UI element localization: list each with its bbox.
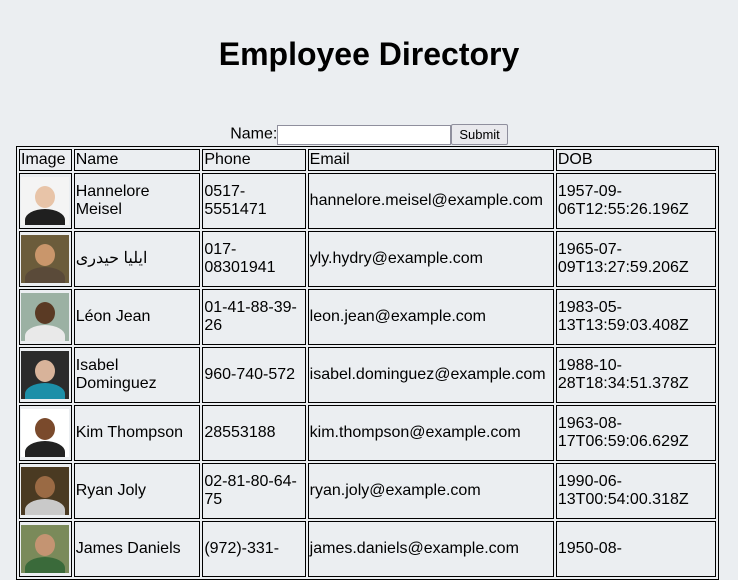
dob-cell: 1950-08- [555,521,716,577]
page-title: Employee Directory [218,36,520,72]
header-email: Email [307,149,554,171]
dob-cell: 1983-05-13T13:59:03.408Z [555,289,716,345]
name-cell: ایلیا حیدری [73,231,201,287]
header-dob: DOB [555,149,716,171]
table-row: Hannelore Meisel 0517-5551471 hannelore.me… [19,173,716,229]
avatar [21,409,69,457]
phone-cell: 0517-5551471 [202,173,306,229]
name-cell: Kim Thompson [73,405,201,461]
table-row: ایلیا حیدری 017-08301941 yly.hydry@example… [19,231,716,287]
phone-cell: 02-81-80-64-75 [202,463,306,519]
image-cell [19,289,72,345]
submit-button[interactable]: Submit [451,124,508,145]
image-cell [19,173,72,229]
image-cell [19,463,72,519]
table-row: Ryan Joly 02-81-80-64-75 ryan.joly@example… [19,463,716,519]
avatar [21,525,69,573]
phone-cell: 01-41-88-39-26 [202,289,306,345]
email-cell: james.daniels@example.com [307,521,554,577]
employee-table: Image Name Phone Email DOB Hannelore Mei… [16,146,719,580]
email-cell: kim.thompson@example.com [307,405,554,461]
image-cell [19,521,72,577]
avatar [21,177,69,225]
avatar [21,351,69,399]
name-search-label: Name: [230,125,278,143]
phone-cell: 28553188 [202,405,306,461]
dob-cell: 1963-08-17T06:59:06.629Z [555,405,716,461]
name-cell: Léon Jean [73,289,201,345]
phone-cell: 017-08301941 [202,231,306,287]
name-search-input[interactable] [277,124,452,145]
avatar [21,293,69,341]
phone-cell: (972)-331- [202,521,306,577]
avatar [21,467,69,515]
name-cell: Ryan Joly [73,463,201,519]
search-form: Name: Submit [0,124,738,145]
table-row: Isabel Dominguez 960-740-572 isabel.doming… [19,347,716,403]
dob-cell: 1990-06-13T00:54:00.318Z [555,463,716,519]
avatar [21,235,69,283]
image-cell [19,231,72,287]
table-header-row: Image Name Phone Email DOB [19,149,716,171]
phone-cell: 960-740-572 [202,347,306,403]
name-cell: James Daniels [73,521,201,577]
dob-cell: 1957-09-06T12:55:26.196Z [555,173,716,229]
image-cell [19,405,72,461]
header-phone: Phone [202,149,306,171]
table-row: James Daniels (972)-331- james.daniels@exa… [19,521,716,577]
table-row: Léon Jean 01-41-88-39-26 leon.jean@example… [19,289,716,345]
dob-cell: 1965-07-09T13:27:59.206Z [555,231,716,287]
name-cell: Isabel Dominguez [73,347,201,403]
image-cell [19,347,72,403]
name-cell: Hannelore Meisel [73,173,201,229]
email-cell: ryan.joly@example.com [307,463,554,519]
email-cell: yly.hydry@example.com [307,231,554,287]
email-cell: isabel.dominguez@example.com [307,347,554,403]
header-name: Name [73,149,201,171]
dob-cell: 1988-10-28T18:34:51.378Z [555,347,716,403]
table-row: Kim Thompson 28553188 kim.thompson@example… [19,405,716,461]
header-image: Image [19,149,72,171]
email-cell: leon.jean@example.com [307,289,554,345]
email-cell: hannelore.meisel@example.com [307,173,554,229]
